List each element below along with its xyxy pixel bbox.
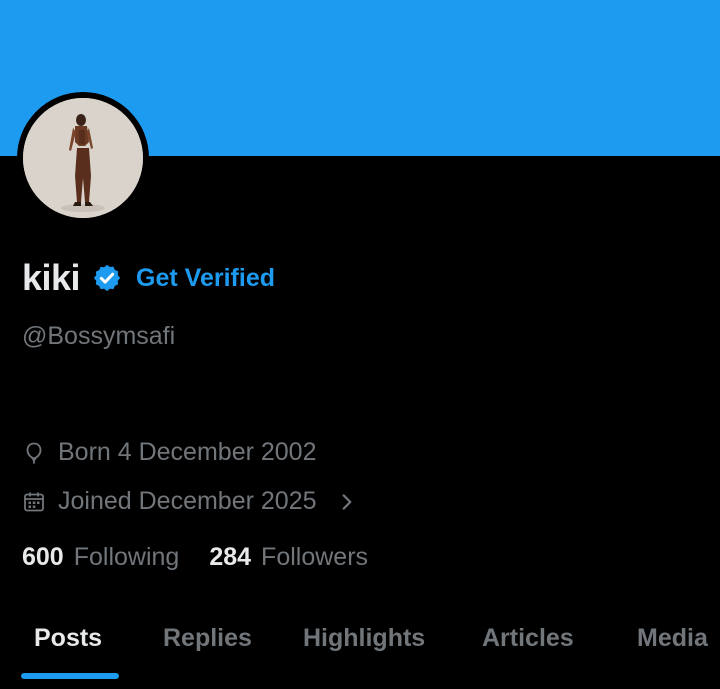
follow-stats: 600 Following 284 Followers — [22, 543, 368, 572]
followers-link[interactable]: 284 Followers — [209, 543, 368, 572]
tab-media[interactable]: Media — [637, 624, 708, 653]
get-verified-link[interactable]: Get Verified — [136, 264, 275, 293]
verified-badge-icon[interactable] — [92, 263, 122, 293]
avatar-photo — [23, 98, 143, 218]
followers-count: 284 — [209, 543, 252, 571]
birth-date-text: Born 4 December 2002 — [58, 438, 317, 466]
username-handle: @Bossymsafi — [22, 322, 176, 350]
tab-highlights[interactable]: Highlights — [303, 624, 425, 653]
tab-posts[interactable]: Posts — [34, 624, 102, 653]
tab-articles[interactable]: Articles — [482, 624, 574, 653]
following-link[interactable]: 600 Following — [22, 543, 179, 572]
balloon-icon — [26, 442, 42, 464]
display-name: kiki — [22, 257, 81, 298]
active-tab-indicator — [21, 673, 119, 679]
join-date[interactable]: Joined December 2025 — [22, 487, 371, 516]
chevron-right-icon[interactable] — [335, 490, 359, 514]
avatar[interactable] — [17, 92, 149, 224]
tab-replies[interactable]: Replies — [163, 624, 252, 653]
name-row: kiki Get Verified — [22, 256, 275, 300]
followers-label: Followers — [261, 543, 369, 571]
calendar-icon — [24, 492, 44, 511]
following-count: 600 — [22, 543, 64, 571]
join-date-text: Joined December 2025 — [58, 487, 317, 515]
birth-date: Born 4 December 2002 — [22, 438, 316, 467]
following-label: Following — [73, 543, 180, 571]
